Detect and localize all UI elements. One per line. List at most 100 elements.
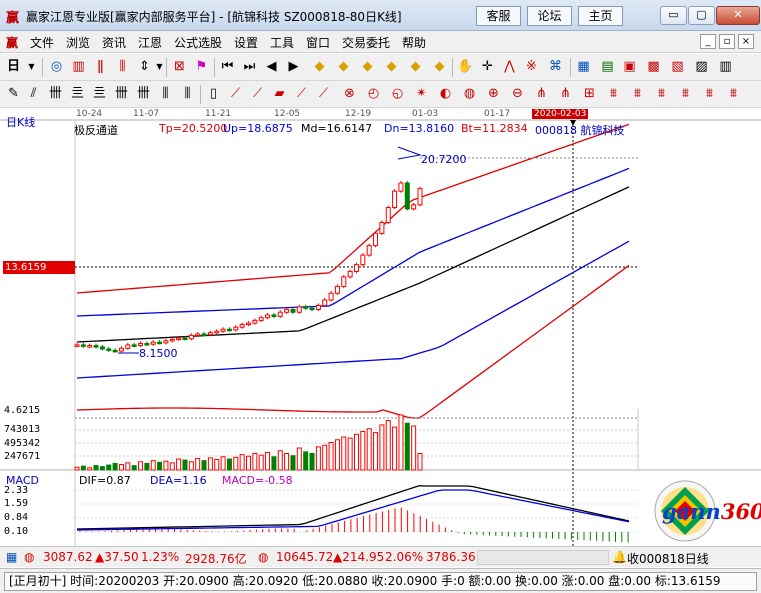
fan-icon-20[interactable]: ⩩ <box>676 85 695 104</box>
menu-help[interactable]: 帮助 <box>402 34 426 51</box>
index-scroll-track[interactable] <box>477 550 609 565</box>
flag-icon[interactable]: ⚑ <box>192 58 211 77</box>
wave-icon[interactable]: ※ <box>522 58 541 77</box>
zoom-out-icon[interactable]: ◆ <box>334 58 353 77</box>
fan-icon-11[interactable]: ◍ <box>460 85 479 104</box>
fan-icon-3[interactable]: ▰ <box>270 85 289 104</box>
volume-axis-label: 495342 <box>4 438 41 449</box>
index-chart-icon[interactable]: ▦ <box>6 550 17 564</box>
period-dropdown-icon[interactable]: ▼ <box>22 58 41 77</box>
tool-7-icon[interactable]: ⫼ <box>156 85 175 104</box>
news-icon[interactable]: ▩ <box>644 58 663 77</box>
fan-icon-5[interactable]: ⟋ <box>314 85 333 104</box>
mdi-restore-button[interactable]: ▫ <box>719 34 735 49</box>
drawing-circle-icon[interactable]: ◎ <box>47 58 66 77</box>
volume-chart-icon[interactable]: ⫼ <box>113 58 132 77</box>
tool-9-icon[interactable]: ▯ <box>204 85 223 104</box>
candle-body <box>265 314 271 319</box>
tool-5-icon[interactable]: 卌 <box>112 85 131 104</box>
scroll-up-icon[interactable]: ◆ <box>358 58 377 77</box>
maximize-button[interactable]: ▢ <box>688 6 715 25</box>
fan-icon-7[interactable]: ◴ <box>364 85 383 104</box>
fan-icon-22[interactable]: ⩩ <box>724 85 743 104</box>
candle-body <box>93 345 99 348</box>
mdi-minimize-button[interactable]: _ <box>700 34 716 49</box>
fan-icon-16[interactable]: ⊞ <box>580 85 599 104</box>
pen-icon[interactable]: ✎ <box>4 85 23 104</box>
crosshair-icon[interactable]: ✛ <box>478 58 497 77</box>
tool-3-icon[interactable]: 亖 <box>68 85 87 104</box>
stock-period-label: 收000818日线 <box>627 552 709 566</box>
fan-icon-18[interactable]: ⩩ <box>628 85 647 104</box>
gann-wordmark: gann360 <box>662 499 761 524</box>
menu-info[interactable]: 资讯 <box>102 34 126 51</box>
homepage-button[interactable]: 主页 <box>578 6 623 26</box>
volume-bar <box>239 454 245 471</box>
date-tick: 12-19 <box>345 109 372 119</box>
fan-icon-4[interactable]: ⟋ <box>292 85 311 104</box>
fan-icon-19[interactable]: ⩩ <box>652 85 671 104</box>
fan-icon-6[interactable]: ⊗ <box>340 85 359 104</box>
hand-icon[interactable]: ✋ <box>456 58 475 77</box>
menu-formula-select[interactable]: 公式选股 <box>174 34 222 51</box>
bell-icon[interactable]: 🔔 <box>612 550 627 564</box>
menu-file[interactable]: 文件 <box>30 34 54 51</box>
volume-bar <box>131 465 137 471</box>
volume-bar <box>258 454 264 471</box>
kline-chart-icon[interactable]: ▥ <box>69 58 88 77</box>
table-icon[interactable]: ▤ <box>598 58 617 77</box>
formula-icon[interactable]: ⌘ <box>546 58 565 77</box>
last-bar-icon[interactable]: ⏭ <box>240 58 259 77</box>
minimize-button[interactable]: ▭ <box>660 6 687 25</box>
candle-body <box>87 345 93 348</box>
prev-icon[interactable]: ◀ <box>262 58 281 77</box>
fan-icon-21[interactable]: ⩩ <box>700 85 719 104</box>
zoom-in-icon[interactable]: ◆ <box>310 58 329 77</box>
menu-settings[interactable]: 设置 <box>234 34 258 51</box>
gann-square-icon[interactable]: ⊠ <box>170 58 189 77</box>
scroll-left-icon[interactable]: ◆ <box>406 58 425 77</box>
tool-6-icon[interactable]: 卌 <box>134 85 153 104</box>
fan-icon-9[interactable]: ✴ <box>412 85 431 104</box>
fan-icon-13[interactable]: ⊖ <box>508 85 527 104</box>
candle-body <box>207 332 213 336</box>
menu-tools[interactable]: 工具 <box>270 34 294 51</box>
fan-icon-14[interactable]: ⋔ <box>532 85 551 104</box>
first-bar-icon[interactable]: ⏮ <box>218 58 237 77</box>
forum-button[interactable]: 论坛 <box>527 6 572 26</box>
scroll-down-icon[interactable]: ◆ <box>382 58 401 77</box>
fan-icon-2[interactable]: ⟋ <box>248 85 267 104</box>
tool-4-icon[interactable]: 亖 <box>90 85 109 104</box>
volume-bar <box>169 462 175 471</box>
menu-window[interactable]: 窗口 <box>306 34 330 51</box>
scroll-right-icon[interactable]: ◆ <box>430 58 449 77</box>
fan-icon-10[interactable]: ◐ <box>436 85 455 104</box>
next-icon[interactable]: ▶ <box>284 58 303 77</box>
tool-1-icon[interactable]: ⫽ <box>24 85 43 104</box>
menu-gann[interactable]: 江恩 <box>138 34 162 51</box>
fan-icon-17[interactable]: ⩩ <box>604 85 623 104</box>
fan-icon-1[interactable]: ⟋ <box>226 85 245 104</box>
volume-bar <box>207 457 213 471</box>
f10-icon[interactable]: ▧ <box>668 58 687 77</box>
tool-2-icon[interactable]: 卌 <box>46 85 65 104</box>
menu-browse[interactable]: 浏览 <box>66 34 90 51</box>
period-day-icon[interactable]: 日 <box>4 58 23 77</box>
fan-icon-8[interactable]: ◵ <box>388 85 407 104</box>
fan-icon-12[interactable]: ⊕ <box>484 85 503 104</box>
candle-body <box>353 264 359 272</box>
mdi-close-button[interactable]: × <box>738 34 754 49</box>
export-icon[interactable]: ▥ <box>716 58 735 77</box>
kline-chart-area[interactable]: 日K线 10-24 11-07 11-21 12-05 12-19 01-03 … <box>0 109 761 546</box>
close-button[interactable]: ✕ <box>716 6 760 25</box>
fan-icon-15[interactable]: ⋔ <box>556 85 575 104</box>
service-button[interactable]: 客服 <box>476 6 521 26</box>
tool-8-icon[interactable]: ⫼ <box>178 85 197 104</box>
trend-icon[interactable]: ⋀ <box>500 58 519 77</box>
cursor-date: 2020-02-03 <box>532 109 589 119</box>
menu-trade[interactable]: 交易委托 <box>342 34 390 51</box>
report-icon[interactable]: ▣ <box>620 58 639 77</box>
print-icon[interactable]: ▨ <box>692 58 711 77</box>
bar-chart-icon[interactable]: ǁ <box>91 58 110 77</box>
calendar-icon[interactable]: ▦ <box>574 58 593 77</box>
